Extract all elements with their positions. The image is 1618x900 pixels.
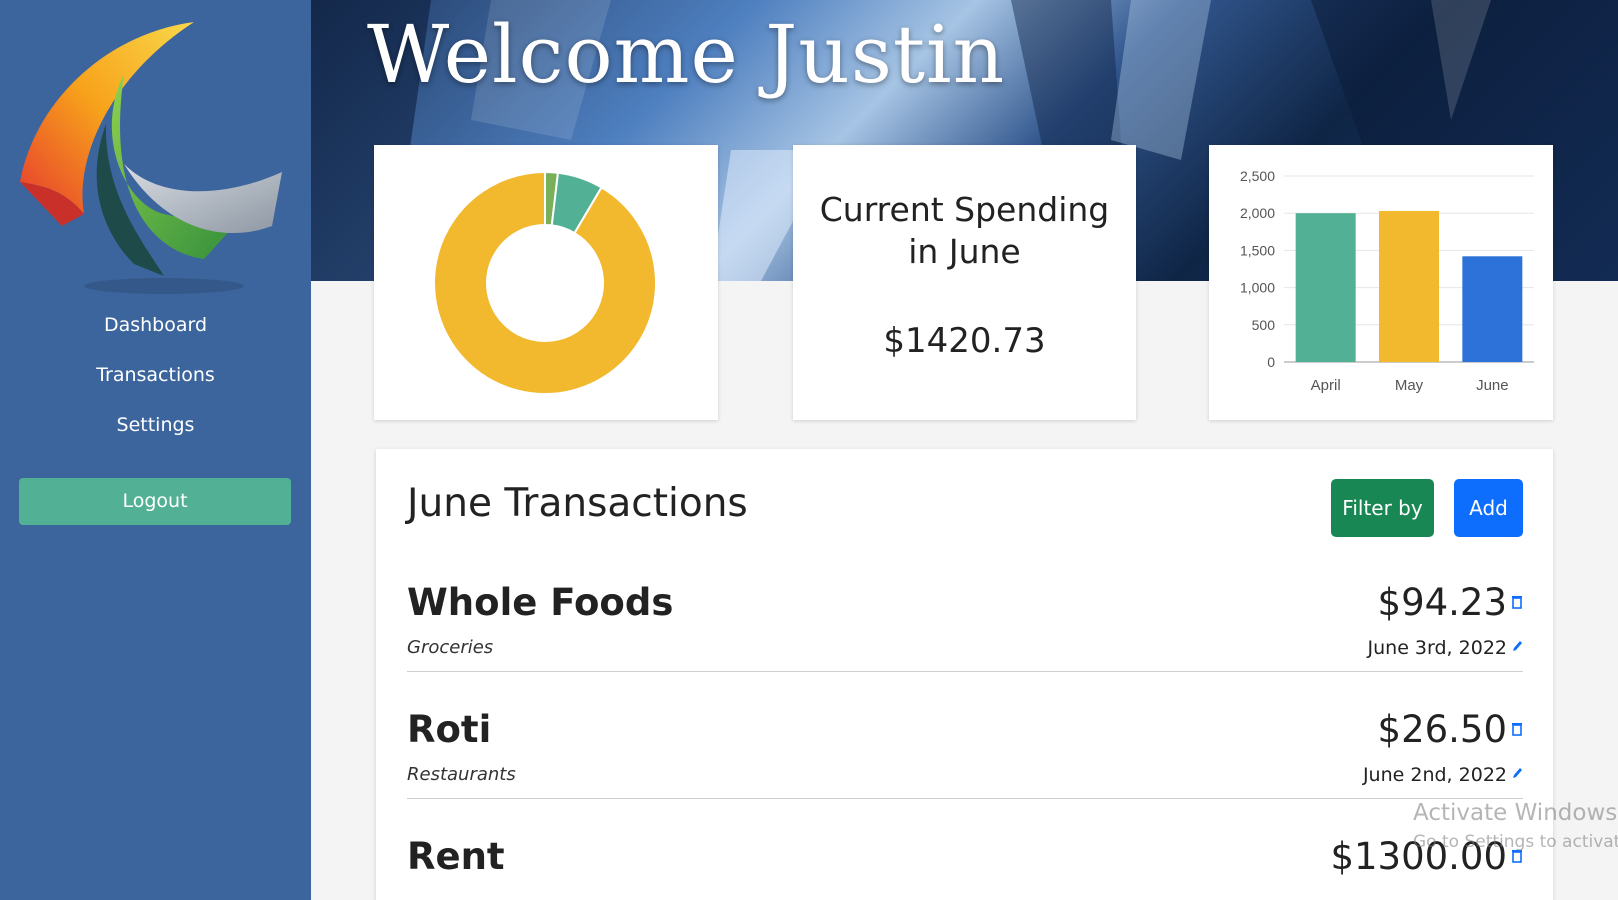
transaction-amount: $94.23 — [1377, 581, 1507, 624]
bar-april[interactable] — [1295, 213, 1356, 362]
logout-button[interactable]: Logout — [19, 478, 291, 525]
transaction-row[interactable]: Roti Restaurants $26.50 June 2nd, 2022 — [407, 672, 1523, 799]
monthly-bar-card: 0 500 1,000 1,500 2,000 2,500 April May June — [1209, 145, 1553, 420]
x-tick-label: June — [1476, 377, 1509, 394]
spending-title: Current Spending in June — [793, 189, 1136, 273]
x-tick-label: May — [1395, 377, 1424, 394]
sidebar-item-settings[interactable]: Settings — [0, 410, 311, 460]
transaction-category: Restaurants — [407, 764, 516, 785]
monthly-bar-chart: 0 500 1,000 1,500 2,000 2,500 April May June — [1240, 168, 1534, 394]
transaction-name: Whole Foods — [407, 581, 674, 624]
logo-icon — [20, 22, 282, 294]
y-tick-label: 1,500 — [1240, 242, 1275, 258]
sidebar-item-dashboard[interactable]: Dashboard — [0, 310, 311, 360]
bar-june[interactable] — [1462, 256, 1523, 362]
category-donut-chart — [433, 170, 657, 395]
transaction-name: Rent — [407, 835, 505, 878]
transactions-title: June Transactions — [407, 481, 748, 526]
transaction-name: Roti — [407, 708, 492, 751]
trash-icon[interactable] — [1511, 722, 1523, 736]
transaction-date: June 2nd, 2022 — [1362, 764, 1507, 786]
y-tick-label: 2,000 — [1240, 205, 1275, 221]
sidebar-nav: Dashboard Transactions Settings — [0, 310, 311, 460]
transactions-panel: June Transactions Filter by Add Whole Fo… — [376, 449, 1553, 900]
bar-may[interactable] — [1379, 210, 1439, 362]
sidebar: Dashboard Transactions Settings Logout — [0, 0, 311, 900]
transaction-category: Groceries — [407, 637, 494, 658]
y-tick-label: 1,000 — [1240, 280, 1275, 296]
transaction-date: June 3rd, 2022 — [1367, 637, 1507, 659]
activate-windows-watermark: Activate Windows — [1413, 800, 1618, 826]
pencil-icon[interactable] — [1511, 639, 1523, 653]
welcome-heading: Welcome Justin — [367, 8, 1006, 101]
spending-title-line2: in June — [908, 232, 1021, 271]
y-tick-label: 2,500 — [1240, 168, 1275, 184]
pencil-icon[interactable] — [1511, 766, 1523, 780]
donut-slice[interactable] — [433, 170, 657, 395]
filter-by-button[interactable]: Filter by — [1331, 479, 1434, 537]
trash-icon[interactable] — [1511, 595, 1523, 609]
current-spending-card: Current Spending in June $1420.73 — [793, 145, 1136, 420]
category-donut-card — [374, 145, 718, 420]
y-tick-label: 0 — [1267, 354, 1275, 370]
sidebar-item-transactions[interactable]: Transactions — [0, 360, 311, 410]
x-tick-label: April — [1311, 377, 1341, 394]
activate-windows-subtext: Go to Settings to activate — [1413, 832, 1618, 852]
y-tick-label: 500 — [1252, 317, 1276, 333]
transaction-row[interactable]: Rent $1300.00 — [407, 799, 1523, 900]
spending-amount: $1420.73 — [883, 321, 1046, 361]
transaction-amount: $26.50 — [1377, 708, 1507, 751]
spending-title-line1: Current Spending — [819, 190, 1110, 229]
transaction-row[interactable]: Whole Foods Groceries $94.23 June 3rd, 2… — [407, 545, 1523, 672]
add-button[interactable]: Add — [1454, 479, 1523, 537]
